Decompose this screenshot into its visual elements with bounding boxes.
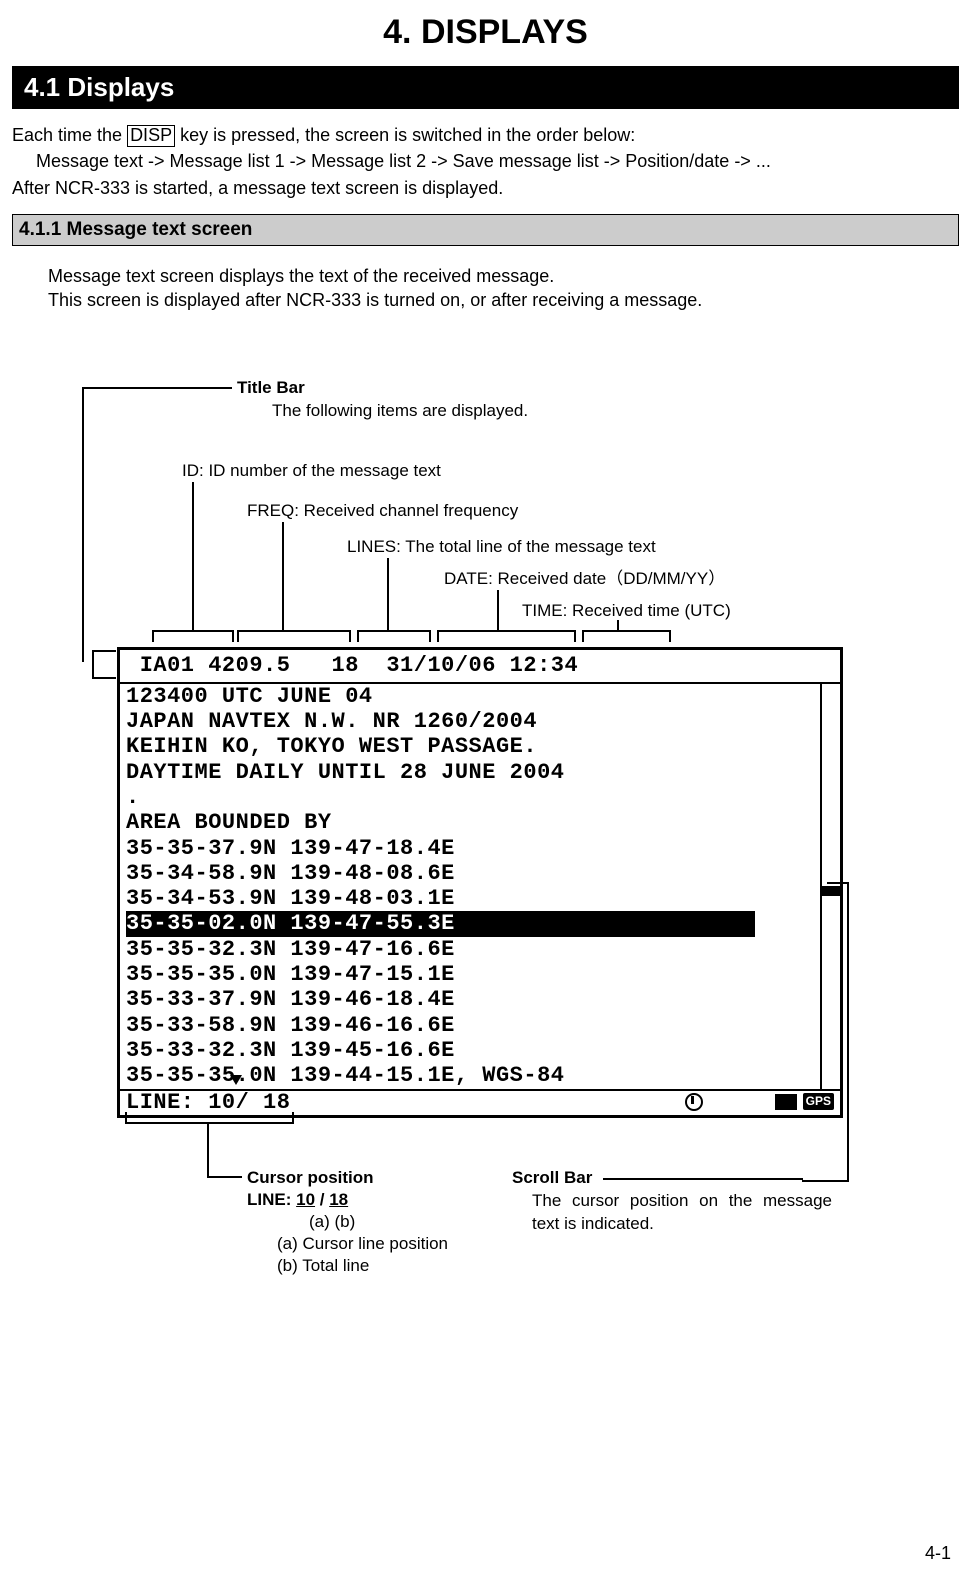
lcd-message-text: 123400 UTC JUNE 04 JAPAN NAVTEX N.W. NR …	[120, 684, 820, 1089]
intro-paragraph: Each time the DISP key is pressed, the s…	[12, 123, 959, 147]
date-bracket	[437, 630, 576, 642]
time-label: TIME: Received time (UTC)	[522, 600, 731, 623]
down-arrow-icon	[230, 1075, 242, 1085]
disp-key-box: DISP	[127, 125, 175, 147]
scrollbar-thumb[interactable]	[822, 886, 840, 896]
date-label: DATE: Received date（DD/MM/YY）	[444, 568, 725, 591]
envelope-icon	[775, 1094, 797, 1110]
cursor-a-desc: (a) Cursor line position	[247, 1233, 448, 1255]
chapter-title: 4. DISPLAYS	[12, 10, 959, 56]
time-bracket	[582, 630, 671, 642]
lcd-screen: IA01 4209.5 18 31/10/06 12:34 123400 UTC…	[117, 647, 843, 1117]
scrollbar-label: Scroll Bar	[512, 1168, 592, 1187]
freq-leader	[282, 522, 284, 630]
status-bracket	[125, 1112, 294, 1124]
titlebar-label: Title Bar	[237, 377, 305, 400]
date-leader	[497, 590, 499, 630]
scrollbar-desc: The cursor position on the message text …	[532, 1190, 832, 1236]
titlebar-leader-v	[82, 387, 84, 662]
freq-bracket	[237, 630, 351, 642]
flow-sequence: Message text -> Message list 1 -> Messag…	[12, 149, 959, 173]
subsection-body: Message text screen displays the text of…	[12, 264, 959, 313]
freq-label: FREQ: Received channel frequency	[247, 500, 518, 523]
intro-suffix: key is pressed, the screen is switched i…	[175, 125, 635, 145]
id-leader	[192, 482, 194, 630]
titlebar-desc: The following items are displayed.	[272, 400, 528, 423]
id-bracket	[152, 630, 234, 642]
cursor-line-row: LINE: 10 / 18	[247, 1189, 448, 1211]
subsection-heading: 4.1.1 Message text screen	[12, 214, 959, 246]
info-icon	[685, 1093, 703, 1111]
cursor-sep: /	[315, 1190, 329, 1209]
time-leader	[617, 620, 619, 630]
cursor-a-value: 10	[296, 1190, 315, 1209]
lcd-status-bar: LINE: 10/ 18 GPS	[120, 1089, 840, 1115]
scrollbar-leader-v	[847, 882, 849, 1182]
lcd-body: 123400 UTC JUNE 04 JAPAN NAVTEX N.W. NR …	[120, 684, 840, 1089]
scrollbar-block: Scroll Bar The cursor position on the me…	[512, 1167, 832, 1236]
page-number: 4-1	[925, 1541, 951, 1565]
diagram: Title Bar The following items are displa…	[12, 342, 912, 1302]
lcd-title-bar: IA01 4209.5 18 31/10/06 12:34	[120, 650, 840, 684]
scrollbar-join	[802, 1180, 847, 1182]
sub-paragraph-2: This screen is displayed after NCR-333 i…	[48, 288, 959, 312]
section-heading: 4.1 Displays	[12, 66, 959, 109]
intro-prefix: Each time the	[12, 125, 127, 145]
cursor-b-desc: (b) Total line	[247, 1255, 448, 1277]
cursor-line-prefix: LINE:	[247, 1190, 296, 1209]
sub-paragraph-1: Message text screen displays the text of…	[48, 264, 959, 288]
lines-leader	[387, 558, 389, 630]
titlebar-leader-h	[82, 387, 232, 389]
cursor-position-label: Cursor position	[247, 1167, 448, 1189]
lcd-scrollbar[interactable]	[820, 684, 840, 1089]
status-leader	[207, 1124, 209, 1176]
cursor-ab-row: (a) (b)	[247, 1211, 448, 1233]
cursor-b-value: 18	[329, 1190, 348, 1209]
lines-bracket	[357, 630, 431, 642]
lines-label: LINES: The total line of the message tex…	[347, 536, 656, 559]
cursor-position-block: Cursor position LINE: 10 / 18 (a) (b) (a…	[247, 1167, 448, 1277]
after-start-line: After NCR-333 is started, a message text…	[12, 176, 959, 200]
id-label: ID: ID number of the message text	[182, 460, 441, 483]
scrollbar-leader-h	[827, 882, 847, 884]
titlebar-bracket	[92, 650, 116, 679]
cursor-leader-h	[207, 1176, 242, 1178]
gps-badge: GPS	[803, 1093, 834, 1109]
